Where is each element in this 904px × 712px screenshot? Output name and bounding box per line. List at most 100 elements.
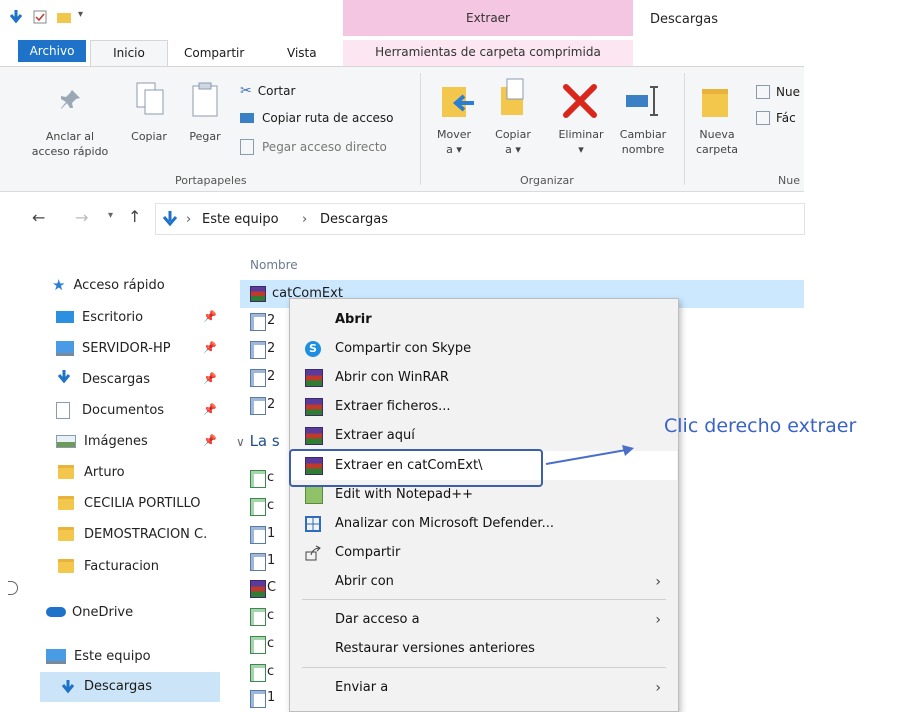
cambiar-nombre-button[interactable]: Cambiar nombre [612,127,674,157]
file-icon[interactable] [250,690,266,708]
sidebar-item-cecilia-portillo[interactable]: CECILIA PORTILLO [58,489,201,517]
copiar-a-button[interactable]: Copiar a ▾ [489,127,537,157]
menu-item-enviar-a[interactable]: Enviar a › [291,673,677,702]
pin-icon[interactable]: 📌 [203,310,217,323]
address-bar[interactable]: › Este equipo › Descargas [155,203,805,235]
pegar-acceso-button[interactable]: Pegar acceso directo [240,139,387,155]
pin-icon[interactable]: 📌 [203,403,217,416]
file-name-partial: 2 [267,313,276,328]
menu-item-restaurar-versiones[interactable]: Restaurar versiones anteriores [291,634,677,663]
file-name-partial: 2 [267,369,276,384]
sidebar-item-escritorio[interactable]: Escritorio [56,303,143,331]
file-icon[interactable] [250,608,266,626]
copiar-ruta-button[interactable]: Copiar ruta de acceso [240,111,394,125]
breadcrumb-descargas[interactable]: Descargas [320,212,388,227]
file-icon[interactable] [250,341,266,359]
group-header[interactable]: ∨ La s [236,432,280,450]
extraer-context-tab[interactable]: Extraer [343,0,633,36]
winrar-icon [305,426,323,445]
new-item-icon [756,85,770,99]
eliminar-button[interactable]: Eliminar ▾ [554,127,608,157]
sidebar-item-onedrive[interactable]: OneDrive [46,598,133,626]
pin-icon[interactable]: 📌 [203,372,217,385]
mover-a-button[interactable]: Mover a ▾ [432,127,476,157]
file-icon[interactable] [250,664,266,682]
file-icon[interactable] [250,553,266,571]
sidebar-item-servidor-hp[interactable]: SERVIDOR-HP [56,334,171,362]
download-location-icon [162,210,178,231]
tab-inicio[interactable]: Inicio [90,40,168,68]
computer-icon [46,648,66,664]
menu-item-extraer-ficheros[interactable]: Extraer ficheros... [291,392,677,421]
sidebar-item-imagenes[interactable]: Imágenes [56,427,148,455]
cortar-button[interactable]: ✂ Cortar [240,83,295,99]
sidebar-item-arturo[interactable]: Arturo [58,458,125,486]
sidebar-item-demostracion[interactable]: DEMOSTRACION C. [58,520,207,548]
menu-item-abrir-con[interactable]: Abrir con › [291,567,677,596]
file-name-partial: c [267,636,275,651]
copiar-button[interactable]: Copiar [128,129,170,144]
sidebar-item-descargas[interactable]: Descargas [56,365,150,393]
file-icon[interactable] [250,636,266,654]
download-arrow-icon [56,369,74,389]
sidebar-item-documentos[interactable]: Documentos [56,396,164,424]
tab-vista[interactable]: Vista [287,46,317,60]
sidebar-item-facturacion[interactable]: Facturacion [58,552,159,580]
scroll-indicator[interactable] [8,581,18,595]
file-icon[interactable] [250,526,266,544]
nueva-carpeta-button[interactable]: Nueva carpeta [690,127,744,157]
group-portapapeles: Portapapeles [175,174,247,187]
pegar-button[interactable]: Pegar [184,129,226,144]
pin-icon[interactable]: 📌 [203,341,217,354]
file-icon[interactable] [250,313,266,331]
back-arrow-icon[interactable]: ← [32,208,45,227]
pin-icon[interactable]: 📌 [203,434,217,447]
properties-icon[interactable] [32,9,48,25]
copy-to-icon [497,77,531,124]
breadcrumb-este-equipo[interactable]: Este equipo [202,212,279,227]
easy-access-icon [756,111,770,125]
tab-archivo[interactable]: Archivo [18,40,86,62]
star-icon: ★ [52,276,66,294]
menu-item-dar-acceso[interactable]: Dar acceso a › [291,605,677,634]
file-name-partial: C [267,580,277,595]
tab-compartir[interactable]: Compartir [184,46,244,60]
tab-herramientas-carpeta[interactable]: Herramientas de carpeta comprimida [343,40,633,67]
file-icon[interactable] [250,470,266,488]
winrar-archive-icon[interactable] [250,580,266,598]
menu-item-abrir[interactable]: Abrir [291,305,677,334]
breadcrumb-separator: › [302,212,308,227]
desktop-icon [56,311,74,323]
document-icon [56,401,70,419]
menu-item-abrir-winrar[interactable]: Abrir con WinRAR [291,363,677,392]
notepad-icon [305,485,323,504]
sidebar-item-acceso-rapido[interactable]: ★ Acceso rápido [52,271,165,299]
menu-item-compartir-skype[interactable]: S Compartir con Skype [291,334,677,363]
file-icon[interactable] [250,369,266,387]
file-icon[interactable] [250,498,266,516]
facil-acceso-button[interactable]: Fác [756,111,796,125]
nuevo-elemento-button[interactable]: Nue [756,85,800,99]
group-nuevo: Nue [778,174,800,187]
winrar-icon [305,368,323,387]
highlight-box [289,449,543,487]
up-arrow-icon[interactable]: ↑ [128,207,141,226]
ribbon-separator [684,73,685,185]
sidebar-item-descargas-selected[interactable]: Descargas [40,672,220,702]
paste-shortcut-icon [240,139,254,155]
column-header-nombre[interactable]: Nombre [250,258,298,272]
customize-qat-icon[interactable]: ▾ [78,9,94,25]
menu-item-compartir[interactable]: Compartir [291,538,677,567]
file-icon[interactable] [250,397,266,415]
file-name-partial: c [267,608,275,623]
forward-arrow-icon[interactable]: → [75,208,88,227]
menu-item-analizar-defender[interactable]: Analizar con Microsoft Defender... [291,509,677,538]
new-folder-icon[interactable] [56,9,72,25]
download-arrow-icon [60,679,76,698]
submenu-arrow-icon: › [655,611,661,628]
computer-icon [56,340,74,356]
anclar-button[interactable]: Anclar al acceso rápido [20,129,120,159]
sidebar-item-este-equipo[interactable]: Este equipo [46,642,151,670]
download-arrow-icon[interactable] [8,9,24,25]
recent-locations-chevron-icon[interactable]: ▾ [108,210,113,221]
